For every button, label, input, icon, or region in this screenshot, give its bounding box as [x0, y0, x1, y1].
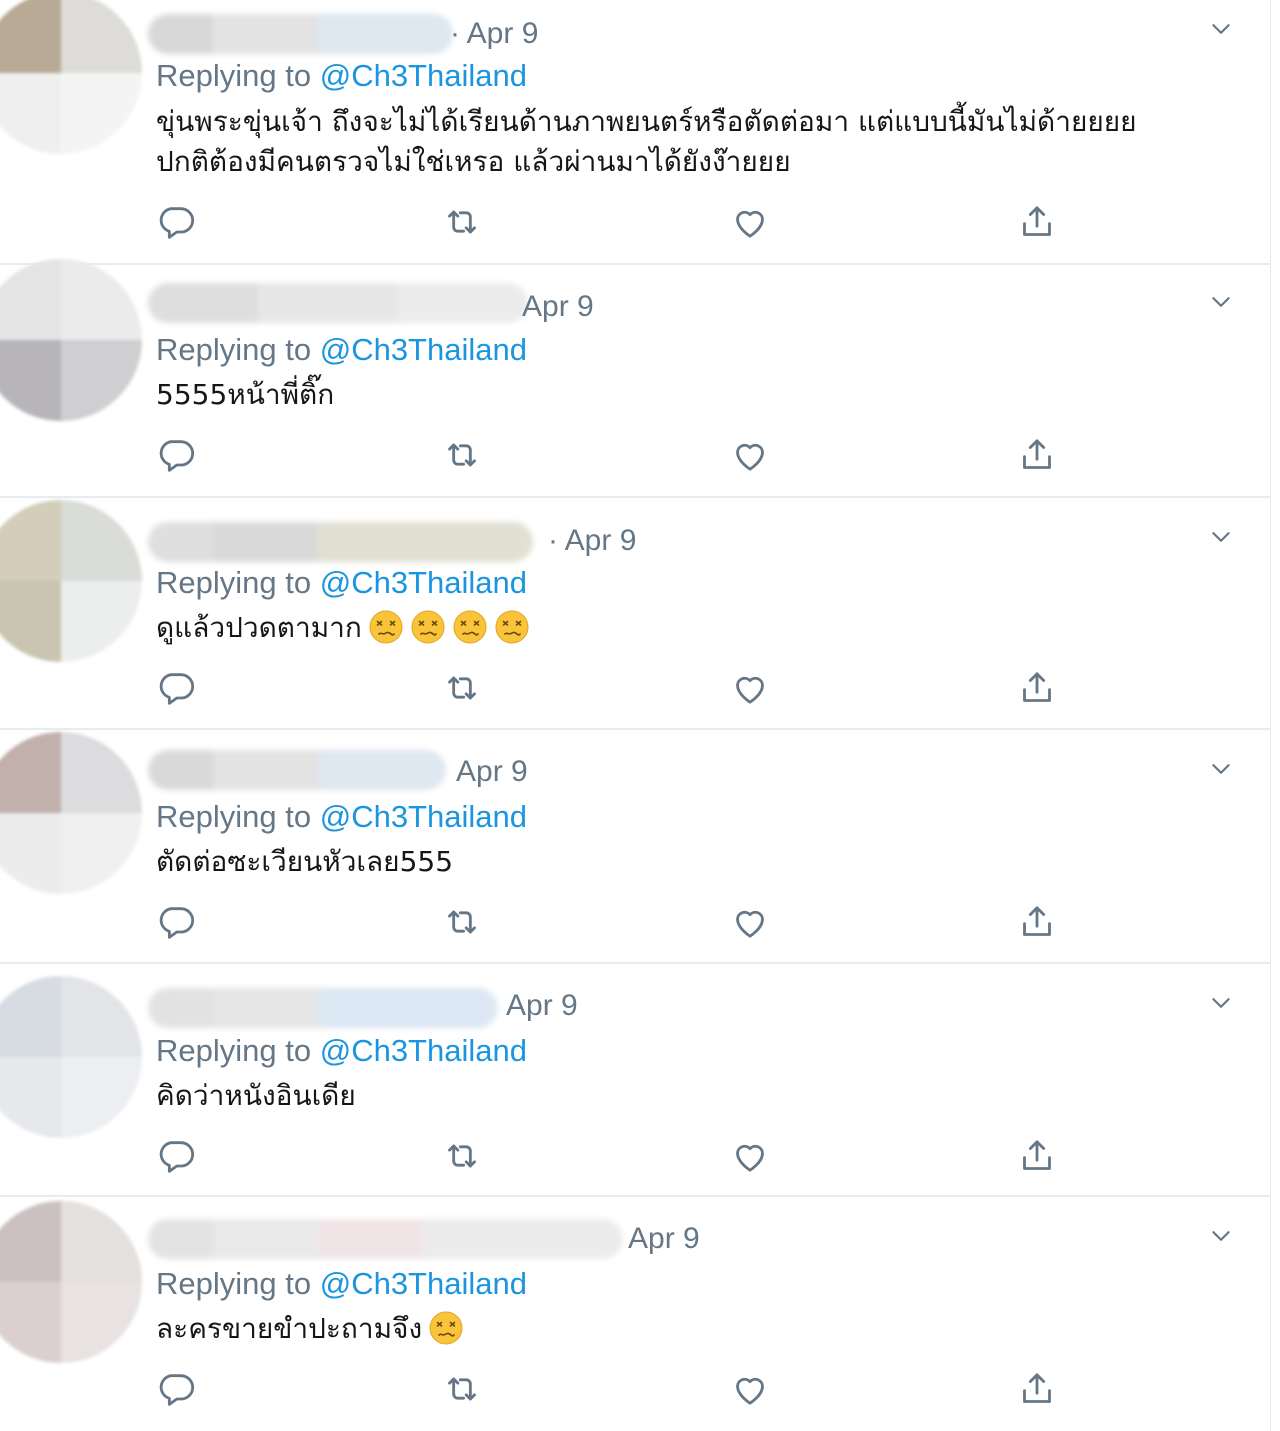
- retweet-icon[interactable]: [442, 1369, 482, 1409]
- retweet-icon[interactable]: [442, 435, 482, 475]
- replying-to-label: Replying to: [156, 1266, 320, 1301]
- reply-icon[interactable]: [156, 202, 196, 242]
- retweet-icon[interactable]: [442, 902, 482, 942]
- replying-to: Replying to @Ch3Thailand: [156, 1265, 527, 1303]
- tweet-text: ขุ่นพระขุ่นเจ้า ถึงจะไม่ได้เรียนด้านภาพย…: [156, 102, 1210, 182]
- author-name-blurred[interactable]: [148, 283, 528, 323]
- dizzy-face-emoji: [452, 609, 488, 645]
- emoji-group: [422, 1310, 464, 1346]
- mentioned-handle-link[interactable]: @Ch3Thailand: [320, 1033, 527, 1068]
- author-name-blurred[interactable]: [148, 522, 533, 562]
- chevron-down-icon[interactable]: [1208, 990, 1234, 1016]
- tweet-text-content: ดูแล้วปวดตามาก: [156, 611, 362, 644]
- replying-to-label: Replying to: [156, 58, 320, 93]
- author-name-blurred[interactable]: [148, 750, 446, 790]
- retweet-icon[interactable]: [442, 668, 482, 708]
- share-icon[interactable]: [1017, 1136, 1057, 1176]
- tweet[interactable]: Apr 9 Replying to @Ch3Thailand คิดว่าหนั…: [0, 964, 1270, 1197]
- tweet-actions: [156, 1369, 1256, 1409]
- share-icon[interactable]: [1017, 902, 1057, 942]
- tweet-date[interactable]: · Apr 9: [548, 523, 636, 559]
- heart-icon[interactable]: [730, 1369, 770, 1409]
- tweet-text-content: คิดว่าหนังอินเดีย: [156, 1079, 356, 1112]
- tweet-text: ตัดต่อซะเวียนหัวเลย555: [156, 842, 1210, 882]
- share-icon[interactable]: [1017, 1369, 1057, 1409]
- retweet-icon[interactable]: [442, 202, 482, 242]
- tweet-date[interactable]: Apr 9: [506, 988, 578, 1024]
- tweet-actions: [156, 902, 1256, 942]
- tweet-text: คิดว่าหนังอินเดีย: [156, 1076, 1210, 1116]
- tweet-text: ละครขายขำปะถามจึง: [156, 1309, 1210, 1349]
- replying-to: Replying to @Ch3Thailand: [156, 798, 527, 836]
- share-icon[interactable]: [1017, 435, 1057, 475]
- avatar[interactable]: [0, 500, 142, 662]
- mentioned-handle-link[interactable]: @Ch3Thailand: [320, 565, 527, 600]
- tweet-actions: [156, 668, 1256, 708]
- avatar[interactable]: [0, 732, 142, 894]
- replying-to: Replying to @Ch3Thailand: [156, 1032, 527, 1070]
- replying-to: Replying to @Ch3Thailand: [156, 564, 527, 602]
- mentioned-handle-link[interactable]: @Ch3Thailand: [320, 332, 527, 367]
- author-name-blurred[interactable]: [148, 988, 498, 1028]
- avatar[interactable]: [0, 1201, 142, 1363]
- reply-icon[interactable]: [156, 668, 196, 708]
- reply-icon[interactable]: [156, 435, 196, 475]
- tweet-date[interactable]: Apr 9: [522, 289, 594, 325]
- tweet-actions: [156, 202, 1256, 242]
- replying-to: Replying to @Ch3Thailand: [156, 331, 527, 369]
- retweet-icon[interactable]: [442, 1136, 482, 1176]
- replying-to-label: Replying to: [156, 565, 320, 600]
- heart-icon[interactable]: [730, 202, 770, 242]
- tweet-text-content: ขุ่นพระขุ่นเจ้า ถึงจะไม่ได้เรียนด้านภาพย…: [156, 105, 1137, 178]
- chevron-down-icon[interactable]: [1208, 16, 1234, 42]
- tweet[interactable]: · Apr 9 Replying to @Ch3Thailand ขุ่นพระ…: [0, 0, 1270, 265]
- avatar[interactable]: [0, 976, 142, 1138]
- tweet-text-content: ละครขายขำปะถามจึง: [156, 1312, 423, 1345]
- tweet[interactable]: Apr 9 Replying to @Ch3Thailand 5555หน้าพ…: [0, 259, 1270, 498]
- tweet-text-content: ตัดต่อซะเวียนหัวเลย555: [156, 845, 454, 878]
- share-icon[interactable]: [1017, 668, 1057, 708]
- tweet[interactable]: · Apr 9 Replying to @Ch3Thailand ดูแล้วป…: [0, 498, 1270, 730]
- replying-to: Replying to @Ch3Thailand: [156, 57, 527, 95]
- tweet[interactable]: Apr 9 Replying to @Ch3Thailand ตัดต่อซะเ…: [0, 730, 1270, 964]
- chevron-down-icon[interactable]: [1208, 756, 1234, 782]
- chevron-down-icon[interactable]: [1208, 1223, 1234, 1249]
- heart-icon[interactable]: [730, 1136, 770, 1176]
- heart-icon[interactable]: [730, 902, 770, 942]
- heart-icon[interactable]: [730, 435, 770, 475]
- tweet-actions: [156, 435, 1256, 475]
- tweet-date[interactable]: Apr 9: [628, 1221, 700, 1257]
- tweet-text: ดูแล้วปวดตามาก: [156, 608, 1210, 648]
- author-name-blurred[interactable]: [148, 1219, 623, 1259]
- tweet[interactable]: Apr 9 Replying to @Ch3Thailand ละครขายขำ…: [0, 1197, 1270, 1431]
- replying-to-label: Replying to: [156, 1033, 320, 1068]
- share-icon[interactable]: [1017, 202, 1057, 242]
- replying-to-label: Replying to: [156, 799, 320, 834]
- heart-icon[interactable]: [730, 668, 770, 708]
- mentioned-handle-link[interactable]: @Ch3Thailand: [320, 1266, 527, 1301]
- replying-to-label: Replying to: [156, 332, 320, 367]
- avatar[interactable]: [0, 0, 142, 154]
- tweet-actions: [156, 1136, 1256, 1176]
- chevron-down-icon[interactable]: [1208, 289, 1234, 315]
- emoji-group: [362, 609, 530, 645]
- tweet-date[interactable]: · Apr 9: [450, 16, 538, 52]
- reply-icon[interactable]: [156, 1136, 196, 1176]
- reply-feed: · Apr 9 Replying to @Ch3Thailand ขุ่นพระ…: [0, 0, 1271, 1431]
- reply-icon[interactable]: [156, 902, 196, 942]
- mentioned-handle-link[interactable]: @Ch3Thailand: [320, 58, 527, 93]
- chevron-down-icon[interactable]: [1208, 524, 1234, 550]
- avatar[interactable]: [0, 259, 142, 421]
- author-name-blurred[interactable]: [148, 14, 453, 54]
- reply-icon[interactable]: [156, 1369, 196, 1409]
- tweet-text: 5555หน้าพี่ติ๊ก: [156, 375, 1210, 415]
- dizzy-face-emoji: [428, 1310, 464, 1346]
- tweet-date[interactable]: Apr 9: [456, 754, 528, 790]
- dizzy-face-emoji: [410, 609, 446, 645]
- dizzy-face-emoji: [494, 609, 530, 645]
- mentioned-handle-link[interactable]: @Ch3Thailand: [320, 799, 527, 834]
- dizzy-face-emoji: [368, 609, 404, 645]
- tweet-text-content: 5555หน้าพี่ติ๊ก: [156, 378, 335, 411]
